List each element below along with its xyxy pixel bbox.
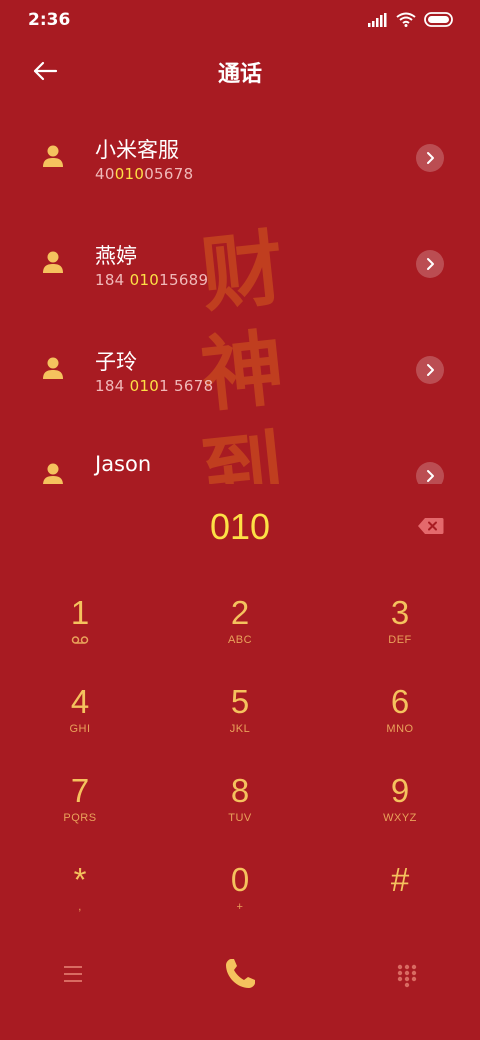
key-digit: 6: [390, 683, 410, 720]
key-hash[interactable]: #: [320, 837, 480, 926]
key-0[interactable]: 0 +: [160, 837, 320, 926]
header: 通话: [0, 44, 480, 100]
contact-name: 小米客服: [95, 138, 179, 162]
status-bar: 2:36: [0, 0, 480, 44]
key-1[interactable]: 1: [0, 570, 160, 659]
key-digit: 7: [70, 772, 90, 809]
key-digit: 0: [230, 861, 250, 898]
contact-row[interactable]: Jason: [0, 422, 480, 484]
status-time: 2:36: [28, 10, 71, 30]
key-7[interactable]: 7 PQRS: [0, 748, 160, 837]
key-2[interactable]: 2 ABC: [160, 570, 320, 659]
backspace-button[interactable]: [417, 517, 444, 535]
key-letters: DEF: [388, 634, 412, 646]
number-segment: 184: [95, 377, 130, 395]
number-segment: 15689: [159, 271, 209, 289]
number-match-highlight: 010: [129, 377, 160, 395]
dialpad-icon: [397, 964, 417, 988]
key-letters: TUV: [228, 812, 252, 824]
contact-row[interactable]: 小米客服 4001005678: [0, 104, 480, 210]
contact-name: 子玲: [95, 350, 137, 374]
dialed-number: 010: [209, 506, 271, 547]
key-letters: GHI: [69, 723, 91, 735]
key-digit: 4: [70, 683, 90, 720]
contact-details-button[interactable]: [416, 144, 444, 172]
key-5[interactable]: 5 JKL: [160, 659, 320, 748]
contact-row[interactable]: 燕婷 184 01015689: [0, 210, 480, 316]
key-digit: 8: [230, 772, 250, 809]
key-star[interactable]: *,: [0, 837, 160, 926]
keypad: 1 2 ABC 3 DEF 4 GHI 5 JKL 6 MNO 7 PQRS 8 TUV 9 WXYZ *, 0 + #: [0, 570, 480, 926]
key-letters: PQRS: [63, 812, 97, 824]
chevron-right-icon: [427, 152, 434, 164]
signal-icon: [368, 12, 387, 27]
status-icons: [368, 12, 454, 27]
key-letters: +: [236, 901, 244, 913]
contact-number: 184 01015689: [95, 271, 208, 289]
chevron-right-icon: [427, 364, 434, 376]
contact-name: 燕婷: [95, 244, 137, 268]
contact-number: 4001005678: [95, 165, 193, 183]
chevron-right-icon: [427, 258, 434, 270]
wifi-icon: [396, 12, 416, 27]
contact-list: 小米客服 4001005678 燕婷 184 01015689 子玲 184 0101 5…: [0, 104, 480, 484]
key-digit: *: [73, 861, 87, 898]
number-segment: 0: [104, 165, 115, 183]
key-digit: 2: [230, 594, 250, 631]
key-9[interactable]: 9 WXYZ: [320, 748, 480, 837]
key-6[interactable]: 6 MNO: [320, 659, 480, 748]
menu-button[interactable]: [62, 964, 84, 984]
key-digit: 5: [230, 683, 250, 720]
number-match-highlight: 010: [129, 271, 160, 289]
key-letters: JKL: [229, 723, 251, 735]
key-letters: MNO: [386, 723, 414, 735]
number-segment: 184: [95, 271, 130, 289]
page-title: 通话: [217, 62, 262, 87]
person-icon: [43, 251, 63, 273]
key-digit: #: [390, 861, 410, 898]
number-segment: 05678: [144, 165, 194, 183]
contact-row[interactable]: 子玲 184 0101 5678: [0, 316, 480, 422]
number-match-highlight: 010: [114, 165, 145, 183]
battery-icon: [424, 12, 453, 27]
contact-details-button[interactable]: [416, 250, 444, 278]
number-segment: 1 5678: [159, 377, 214, 395]
contact-number: 184 0101 5678: [95, 377, 213, 395]
key-letters: ABC: [227, 634, 253, 646]
number-segment: 4: [95, 165, 105, 183]
key-letters: WXYZ: [383, 812, 417, 824]
dial-display: 010: [0, 500, 480, 556]
person-icon: [43, 357, 63, 379]
key-digit: 1: [70, 594, 90, 631]
bottom-bar: [0, 940, 480, 1010]
dialpad-toggle-button[interactable]: [396, 964, 418, 988]
contact-name: Jason: [95, 452, 152, 476]
menu-icon: [64, 966, 82, 982]
phone-icon: [226, 959, 255, 988]
key-8[interactable]: 8 TUV: [160, 748, 320, 837]
key-letters: ,: [78, 901, 82, 913]
call-button[interactable]: [222, 956, 258, 992]
person-icon: [43, 145, 63, 167]
key-3[interactable]: 3 DEF: [320, 570, 480, 659]
voicemail-icon: [71, 636, 89, 644]
backspace-icon: [418, 518, 444, 534]
key-4[interactable]: 4 GHI: [0, 659, 160, 748]
key-digit: 3: [390, 594, 410, 631]
contact-details-button[interactable]: [416, 462, 444, 484]
contact-details-button[interactable]: [416, 356, 444, 384]
person-icon: [43, 463, 63, 484]
chevron-right-icon: [427, 470, 434, 482]
key-digit: 9: [390, 772, 410, 809]
